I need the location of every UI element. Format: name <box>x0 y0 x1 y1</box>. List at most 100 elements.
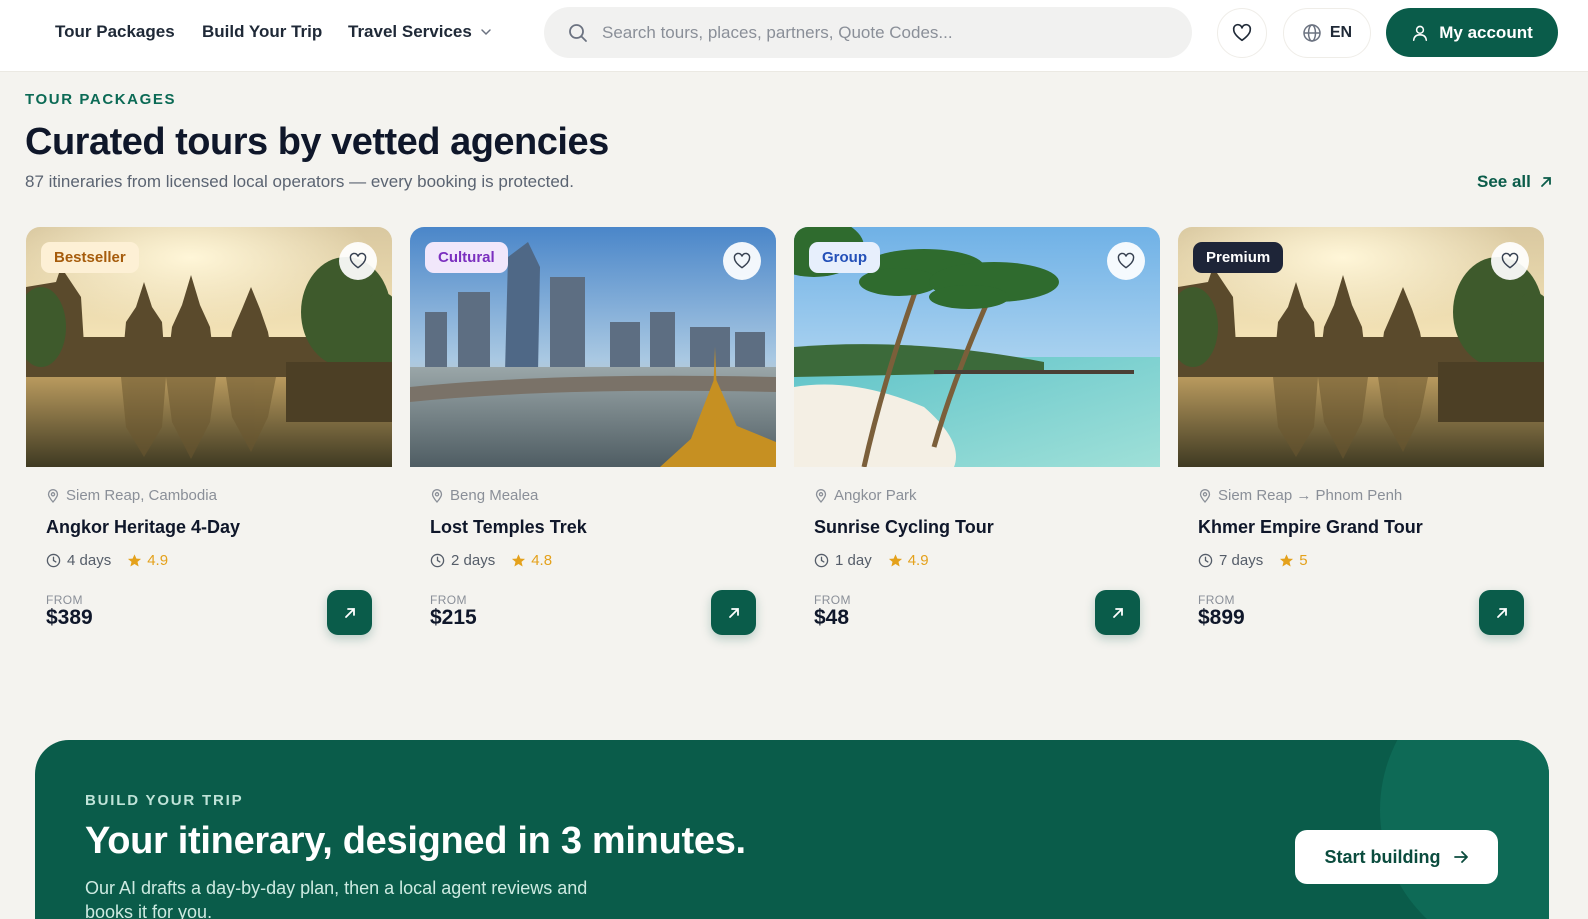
banner-description: Our AI drafts a day-by-day plan, then a … <box>85 878 588 919</box>
tour-badge: Group <box>809 242 880 273</box>
arrow-up-right-icon <box>1540 177 1551 187</box>
my-account-button[interactable]: My account <box>1386 8 1558 57</box>
tour-price: $389 <box>46 606 93 629</box>
tour-card[interactable]: Bestseller Siem Reap, Cambodia Angkor He… <box>26 227 392 647</box>
tour-photo: Premium <box>1178 227 1544 467</box>
heart-icon <box>349 252 367 269</box>
nav-tour-packages[interactable]: Tour Packages <box>55 20 175 44</box>
tour-price: $215 <box>430 606 477 629</box>
tour-card[interactable]: Premium Siem Reap → Phnom Penh Khmer Emp… <box>1178 227 1544 647</box>
arrow-right-icon <box>1453 851 1468 863</box>
build-trip-banner: BUILD YOUR TRIP Your itinerary, designed… <box>35 740 1549 919</box>
star-icon <box>128 554 142 567</box>
tour-location-text: Angkor Park <box>834 487 917 504</box>
language-selector[interactable]: EN <box>1283 8 1371 58</box>
arrow-up-right-icon <box>1496 607 1507 618</box>
tour-badge: Cultural <box>425 242 508 273</box>
map-pin-icon <box>47 488 59 503</box>
save-tour-button[interactable] <box>723 242 761 280</box>
tour-price: $899 <box>1198 606 1245 629</box>
chevron-down-icon <box>481 29 491 36</box>
open-tour-button[interactable] <box>327 590 372 635</box>
see-all-link[interactable]: See all <box>1477 172 1553 192</box>
tour-duration: 1 day <box>835 552 872 569</box>
search-input[interactable] <box>602 22 1162 43</box>
tour-rating: 5 <box>1279 552 1308 569</box>
tour-name[interactable]: Angkor Heritage 4-Day <box>46 517 240 538</box>
nav-build-your-trip[interactable]: Build Your Trip <box>202 20 322 44</box>
tour-location: Siem Reap, Cambodia <box>46 487 217 504</box>
heart-icon <box>1232 23 1252 42</box>
tour-location-text: Beng Mealea <box>450 487 539 504</box>
favorites-button[interactable] <box>1217 8 1267 58</box>
clock-icon <box>430 553 445 568</box>
nav-travel-services[interactable]: Travel Services <box>348 20 492 44</box>
tour-card[interactable]: Group Angkor Park Sunrise Cycling Tour 1… <box>794 227 1160 647</box>
language-code: EN <box>1329 24 1353 41</box>
tour-location-text: Siem Reap → Phnom Penh <box>1218 487 1403 504</box>
banner-headline: Your itinerary, designed in 3 minutes. <box>85 820 746 862</box>
clock-icon <box>46 553 61 568</box>
tour-rating-value: 5 <box>1299 552 1308 569</box>
heart-icon <box>1501 252 1519 269</box>
tour-rating-value: 4.9 <box>147 552 169 569</box>
tour-badge: Premium <box>1193 242 1284 273</box>
star-icon <box>512 554 526 567</box>
see-all-label: See all <box>1477 172 1531 191</box>
nav-travel-services-label: Travel Services <box>348 22 472 41</box>
globe-icon <box>1303 24 1321 42</box>
heart-icon <box>1117 252 1135 269</box>
open-tour-button[interactable] <box>1095 590 1140 635</box>
tour-location-text: Siem Reap, Cambodia <box>66 487 217 504</box>
start-building-label: Start building <box>1324 846 1441 867</box>
map-pin-icon <box>1199 488 1211 503</box>
tour-rating-value: 4.9 <box>907 552 929 569</box>
tour-price: $48 <box>814 606 850 629</box>
arrow-up-right-icon <box>344 607 355 618</box>
price-prefix: FROM <box>430 593 467 607</box>
tour-duration: 2 days <box>451 552 496 569</box>
section-title: Curated tours by vetted agencies <box>25 121 609 163</box>
tour-location: Angkor Park <box>814 487 917 504</box>
save-tour-button[interactable] <box>339 242 377 280</box>
price-prefix: FROM <box>46 593 83 607</box>
tour-name[interactable]: Khmer Empire Grand Tour <box>1198 517 1423 538</box>
user-icon <box>1413 25 1428 41</box>
clock-icon <box>1198 553 1213 568</box>
star-icon <box>888 554 902 567</box>
price-prefix: FROM <box>1198 593 1235 607</box>
section-eyebrow: TOUR PACKAGES <box>25 91 177 108</box>
tour-location: Beng Mealea <box>430 487 538 504</box>
tour-rating: 4.9 <box>127 552 168 569</box>
tour-rating: 4.9 <box>888 552 929 569</box>
tour-meta: 7 days 5 <box>1198 552 1308 569</box>
open-tour-button[interactable] <box>1479 590 1524 635</box>
tour-rating: 4.8 <box>511 552 552 569</box>
map-pin-icon <box>431 488 443 503</box>
start-building-button[interactable]: Start building <box>1295 830 1498 884</box>
search-bar <box>544 7 1192 58</box>
tour-meta: 4 days 4.9 <box>46 552 168 569</box>
tour-meta: 1 day 4.9 <box>814 552 929 569</box>
tour-meta: 2 days 4.8 <box>430 552 552 569</box>
tour-duration: 7 days <box>1219 552 1264 569</box>
clock-icon <box>814 553 829 568</box>
tour-photo: Cultural <box>410 227 776 467</box>
save-tour-button[interactable] <box>1107 242 1145 280</box>
tour-duration: 4 days <box>67 552 112 569</box>
tour-photo: Bestseller <box>26 227 392 467</box>
tour-card[interactable]: Cultural Beng Mealea Lost Temples Trek 2… <box>410 227 776 647</box>
tour-name[interactable]: Sunrise Cycling Tour <box>814 517 994 538</box>
my-account-label: My account <box>1439 22 1533 42</box>
open-tour-button[interactable] <box>711 590 756 635</box>
section-subtitle: 87 itineraries from licensed local opera… <box>25 172 574 191</box>
top-navigation-bar: Tour Packages Build Your Trip Travel Ser… <box>0 0 1588 72</box>
save-tour-button[interactable] <box>1491 242 1529 280</box>
price-prefix: FROM <box>814 593 851 607</box>
heart-icon <box>733 252 751 269</box>
arrow-up-right-icon <box>1112 607 1123 618</box>
star-icon <box>1280 554 1294 567</box>
tour-location: Siem Reap → Phnom Penh <box>1198 487 1402 504</box>
map-pin-icon <box>815 488 827 503</box>
tour-name[interactable]: Lost Temples Trek <box>430 517 587 538</box>
